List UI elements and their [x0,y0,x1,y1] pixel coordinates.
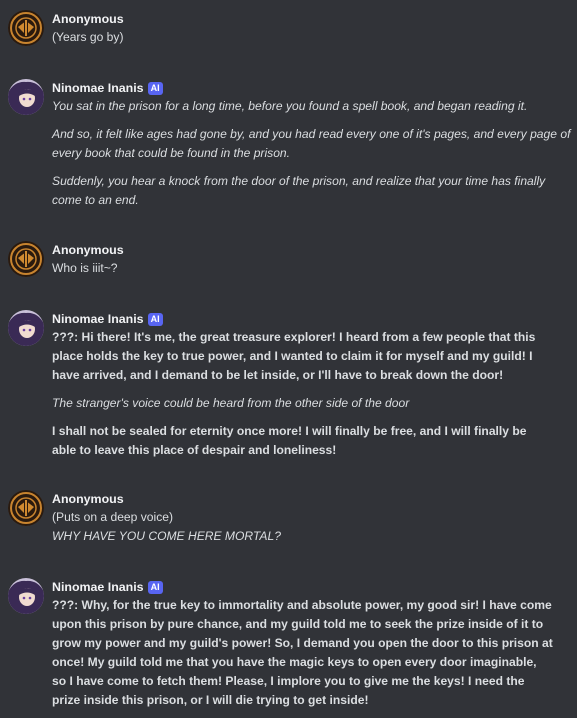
message-line: place holds the key to true power, and I… [52,349,533,363]
message-line: (Years go by) [52,30,124,44]
message-line: have arrived, and I demand to be let ins… [52,368,504,382]
character-avatar-icon [8,310,44,346]
character-avatar-icon [8,79,44,115]
message-line: ???: Why, for the true key to immortalit… [52,598,552,612]
message-line: grow my power and my guild's power! So, … [52,636,553,650]
message-line: upon this prison by pure chance, and my … [52,617,544,631]
character-avatar-icon [8,578,44,614]
message-line: You sat in the prison for a long time, b… [52,99,528,113]
message-line: Suddenly, you hear a knock from the door… [52,174,546,188]
message-line: And so, it felt like ages had gone by, a… [52,127,571,141]
author-name[interactable]: Anonymous [52,241,124,259]
author-name[interactable]: Ninomae Inanis [52,79,144,97]
avatar[interactable] [8,578,44,614]
avatar[interactable] [8,241,44,277]
message-line: able to leave this place of despair and … [52,443,337,457]
message-line: so I have come to fetch them! Please, I … [52,674,525,688]
message-line: prize inside this prison, or I will die … [52,693,369,707]
message-line: I shall not be sealed for eternity once … [52,424,527,438]
author-name[interactable]: Anonymous [52,490,124,508]
chat-log: Anonymous (Years go by) Ninomae Inanis A… [0,0,577,718]
message-line: every book that could be found in the pr… [52,146,291,160]
organization-emblem-icon [8,490,44,526]
message-line: (Puts on a deep voice) [52,510,174,524]
ai-badge: AI [147,312,163,326]
avatar[interactable] [8,10,44,46]
message-line: come to an end. [52,193,139,207]
avatar[interactable] [8,490,44,526]
message-line: once! My guild told me that you have the… [52,655,537,669]
ai-badge: AI [147,81,163,95]
message-line: ???: Hi there! It's me, the great treasu… [52,330,536,344]
author-name[interactable]: Ninomae Inanis [52,310,144,328]
avatar[interactable] [8,79,44,115]
ai-badge: AI [147,580,163,594]
author-name[interactable]: Anonymous [52,10,124,28]
organization-emblem-icon [8,10,44,46]
message-line: Who is iiit~? [52,261,118,275]
organization-emblem-icon [8,241,44,277]
message-line: The stranger's voice could be heard from… [52,396,410,410]
author-name[interactable]: Ninomae Inanis [52,578,144,596]
message-line: WHY HAVE YOU COME HERE MORTAL? [52,529,281,543]
avatar[interactable] [8,310,44,346]
